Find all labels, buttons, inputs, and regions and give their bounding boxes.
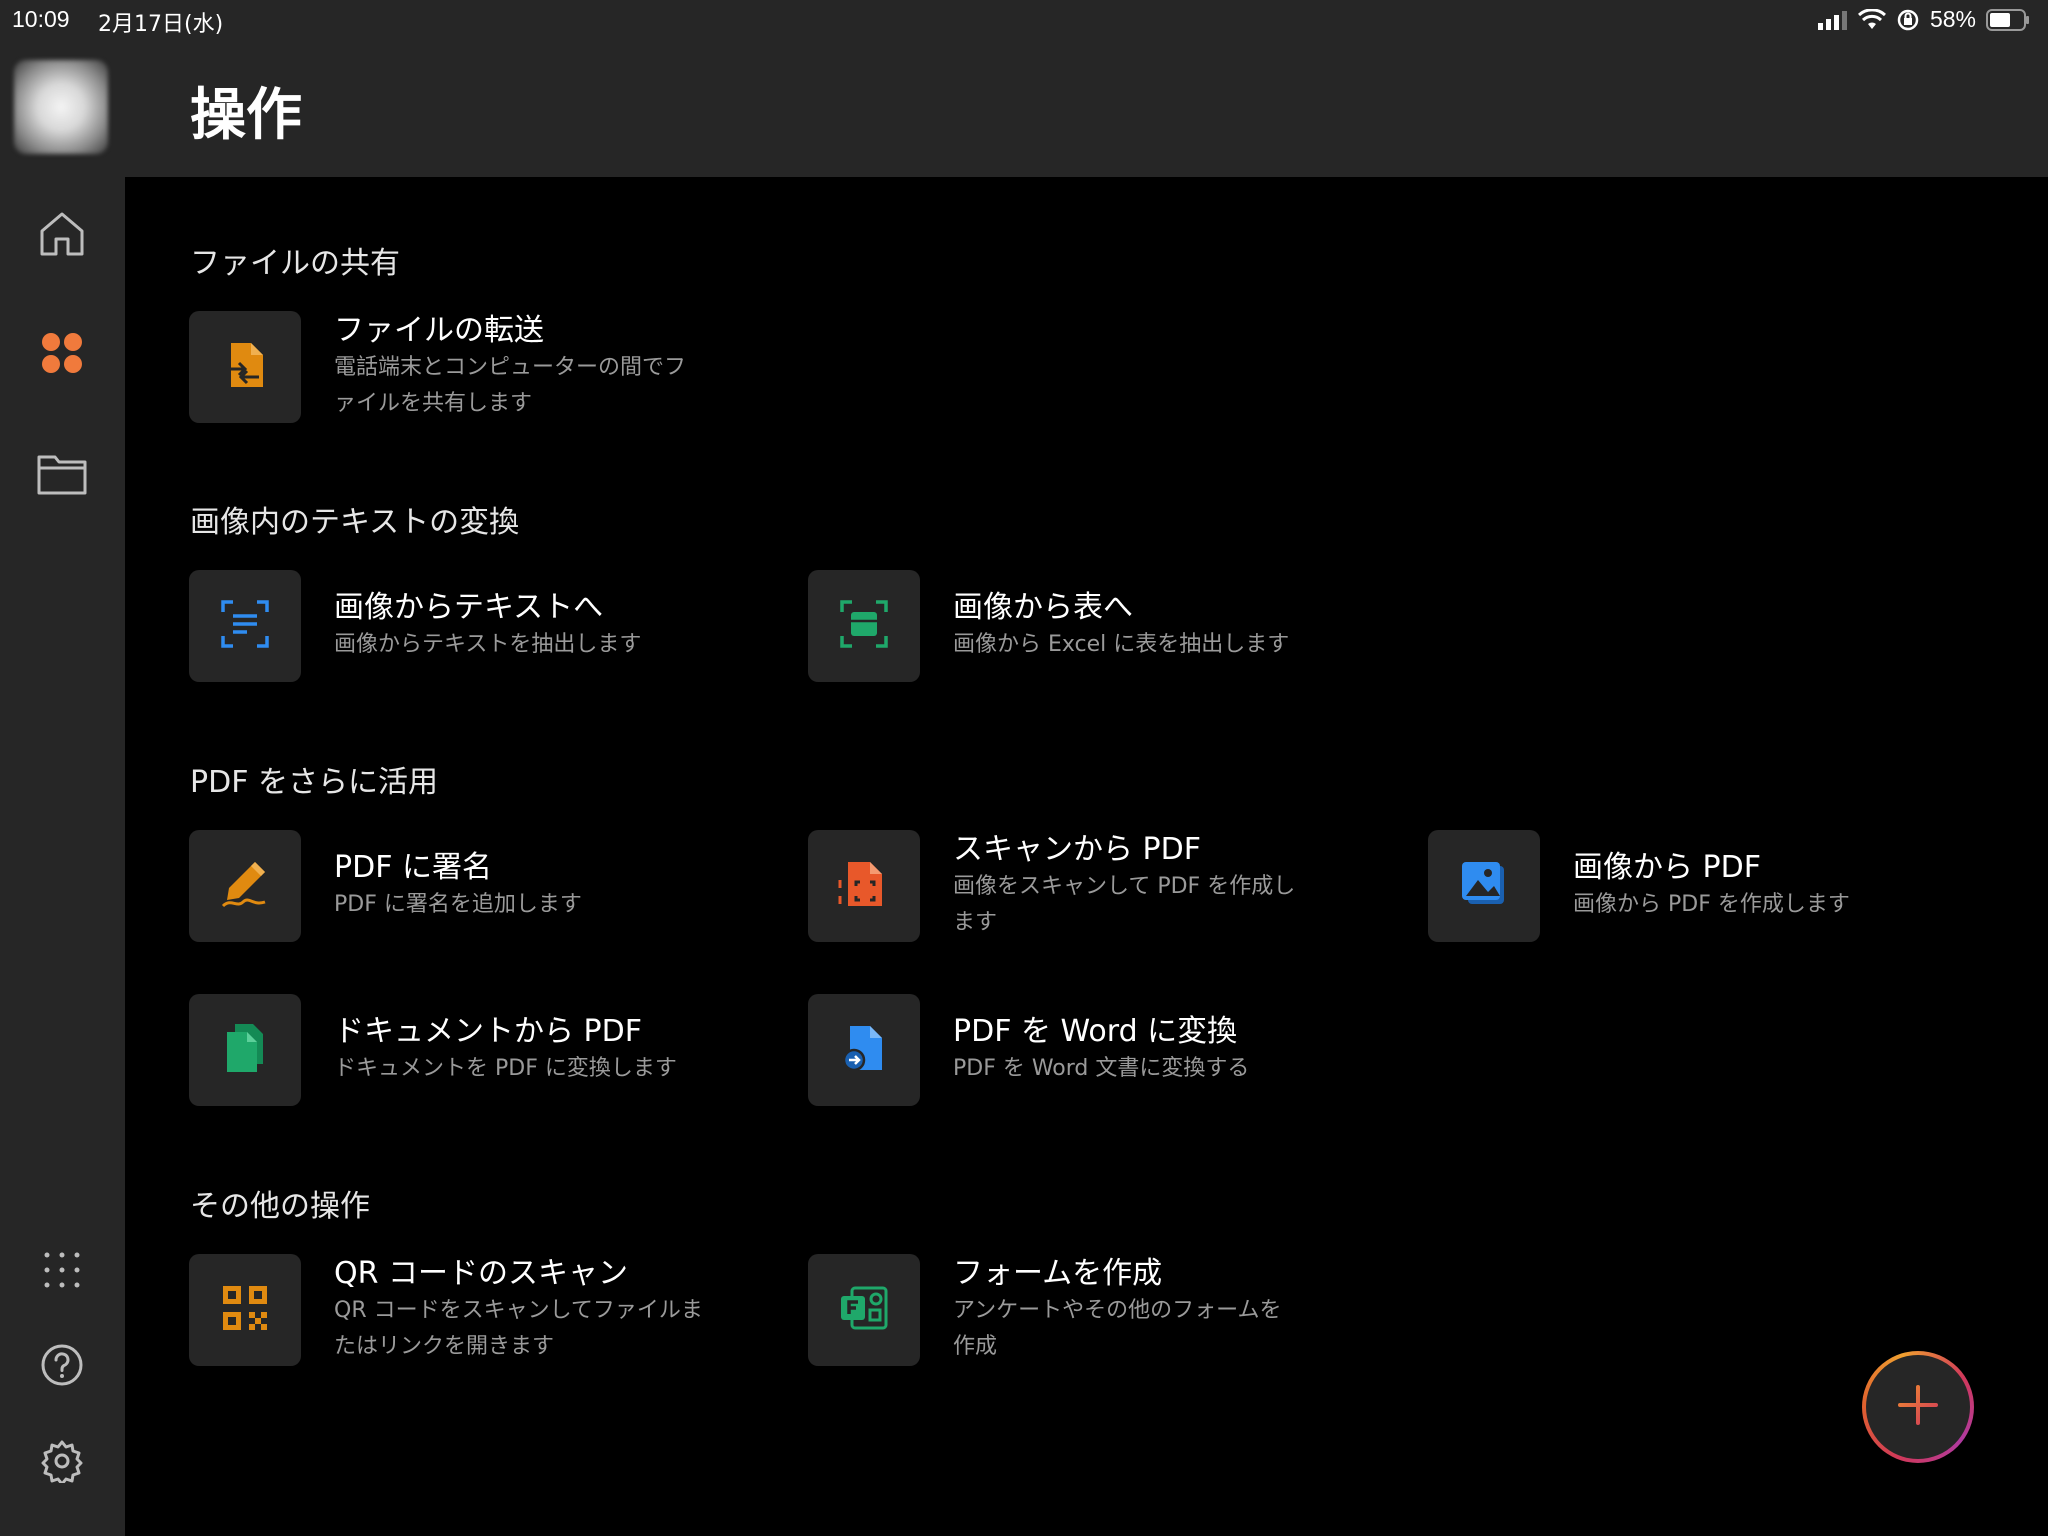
card-text: QR コードのスキャン QR コードをスキャンしてファイルま たはリンクを開きます <box>334 1254 734 1366</box>
status-bar: 10:09 2月17日(水) 58% <box>0 0 2048 40</box>
sidebar-item-more[interactable] <box>32 1242 92 1302</box>
card-desc: QR コードをスキャンしてファイルま たはリンクを開きます <box>334 1293 734 1365</box>
card-qr-scan[interactable]: QR コードのスキャン QR コードをスキャンしてファイルま たはリンクを開きます <box>189 1254 734 1366</box>
gear-icon <box>40 1439 84 1487</box>
orientation-lock-icon <box>1896 8 1920 32</box>
card-desc: ドキュメントを PDF に変換します <box>334 1056 677 1081</box>
signal-icon <box>1817 10 1848 30</box>
card-desc-line1: 電話端末とコンピューターの間でフ <box>334 355 687 380</box>
page-title: 操作 <box>190 83 302 148</box>
file-transfer-icon <box>219 339 271 395</box>
sidebar-item-actions[interactable] <box>32 325 92 385</box>
card-desc: 電話端末とコンピューターの間でフ ァイルを共有します <box>334 350 734 422</box>
home-icon <box>38 209 86 263</box>
card-text: 画像からテキストへ 画像からテキストを抽出します <box>334 570 734 682</box>
card-desc-line2: たはリンクを開きます <box>334 1334 555 1359</box>
card-title: ファイルの転送 <box>334 313 544 348</box>
card-image-to-text[interactable]: 画像からテキストへ 画像からテキストを抽出します <box>189 570 734 682</box>
sidebar-item-home[interactable] <box>32 206 92 266</box>
image-to-pdf-icon <box>1458 858 1510 914</box>
card-title: ドキュメントから PDF <box>334 1014 642 1049</box>
card-desc-line2: ァイルを共有します <box>334 391 533 416</box>
card-desc-line1: QR コードをスキャンしてファイルま <box>334 1298 703 1323</box>
card-icon-bg <box>808 1254 920 1366</box>
section-title-other: その他の操作 <box>190 1189 370 1224</box>
card-icon-bg <box>189 830 301 942</box>
card-title: 画像からテキストへ <box>334 590 604 625</box>
status-indicators: 58% <box>1817 6 2030 33</box>
card-desc-line2: ます <box>953 910 998 935</box>
avatar[interactable] <box>14 60 108 154</box>
card-sign-pdf[interactable]: PDF に署名 PDF に署名を追加します <box>189 830 734 942</box>
section-title-image-text: 画像内のテキストの変換 <box>190 505 520 540</box>
qr-code-icon <box>221 1284 269 1336</box>
forms-icon <box>838 1282 890 1338</box>
card-desc: PDF に署名を追加します <box>334 892 582 917</box>
card-text: スキャンから PDF 画像をスキャンして PDF を作成し ます <box>953 830 1353 942</box>
sidebar-item-settings[interactable] <box>32 1433 92 1493</box>
battery-icon <box>1986 8 2030 31</box>
status-date: 2月17日(水) <box>98 12 224 37</box>
section-title-pdf: PDF をさらに活用 <box>190 765 438 800</box>
battery-percent: 58% <box>1929 6 1976 32</box>
sidebar-item-files[interactable] <box>32 446 92 506</box>
sign-pen-icon <box>219 858 271 914</box>
card-icon-bg <box>808 830 920 942</box>
card-text: 画像から PDF 画像から PDF を作成します <box>1573 830 1973 942</box>
card-text: 画像から表へ 画像から Excel に表を抽出します <box>953 570 1353 682</box>
dots-grid-icon <box>42 1250 82 1294</box>
card-title: PDF を Word に変換 <box>953 1014 1238 1049</box>
status-time: 10:09 <box>12 6 70 32</box>
card-doc-to-pdf[interactable]: ドキュメントから PDF ドキュメントを PDF に変換します <box>189 994 734 1106</box>
card-text: ドキュメントから PDF ドキュメントを PDF に変換します <box>334 994 734 1106</box>
image-to-table-icon <box>838 598 890 654</box>
card-text: PDF を Word に変換 PDF を Word 文書に変換する <box>953 994 1353 1106</box>
card-file-transfer[interactable]: ファイルの転送 電話端末とコンピューターの間でフ ァイルを共有します <box>189 311 734 423</box>
card-desc-line1: 画像をスキャンして PDF を作成し <box>953 874 1296 899</box>
section-title-file-sharing: ファイルの共有 <box>190 246 400 281</box>
card-icon-bg <box>808 570 920 682</box>
folder-icon <box>37 453 87 499</box>
card-icon-bg <box>189 994 301 1106</box>
card-title: QR コードのスキャン <box>334 1256 628 1291</box>
card-scan-to-pdf[interactable]: スキャンから PDF 画像をスキャンして PDF を作成し ます <box>808 830 1353 942</box>
card-desc-line1: アンケートやその他のフォームを <box>953 1298 1282 1323</box>
card-icon-bg <box>189 1254 301 1366</box>
card-text: フォームを作成 アンケートやその他のフォームを 作成 <box>953 1254 1353 1366</box>
card-pdf-to-word[interactable]: PDF を Word に変換 PDF を Word 文書に変換する <box>808 994 1353 1106</box>
scan-to-pdf-icon <box>838 858 890 914</box>
image-to-text-icon <box>219 598 271 654</box>
grid-icon <box>41 332 83 378</box>
card-text: PDF に署名 PDF に署名を追加します <box>334 830 734 942</box>
create-fab-button[interactable] <box>1862 1351 1974 1463</box>
card-title: フォームを作成 <box>953 1256 1163 1291</box>
card-image-to-table[interactable]: 画像から表へ 画像から Excel に表を抽出します <box>808 570 1353 682</box>
card-desc: アンケートやその他のフォームを 作成 <box>953 1293 1353 1365</box>
card-title: スキャンから PDF <box>953 832 1201 867</box>
card-desc: 画像から Excel に表を抽出します <box>953 632 1290 657</box>
card-icon-bg <box>189 570 301 682</box>
card-create-form[interactable]: フォームを作成 アンケートやその他のフォームを 作成 <box>808 1254 1353 1366</box>
card-desc: PDF を Word 文書に変換する <box>953 1056 1250 1081</box>
card-icon-bg <box>808 994 920 1106</box>
plus-icon <box>1896 1383 1940 1431</box>
card-icon-bg <box>1428 830 1540 942</box>
card-desc: 画像からテキストを抽出します <box>334 632 642 657</box>
card-icon-bg <box>189 311 301 423</box>
card-desc: 画像から PDF を作成します <box>1573 892 1850 917</box>
card-title: 画像から PDF <box>1573 850 1761 885</box>
doc-to-pdf-icon <box>219 1022 271 1078</box>
card-desc-line2: 作成 <box>953 1334 998 1359</box>
card-text: ファイルの転送 電話端末とコンピューターの間でフ ァイルを共有します <box>334 311 734 423</box>
sidebar <box>0 0 125 1536</box>
wifi-icon <box>1857 8 1886 31</box>
help-icon <box>40 1343 84 1391</box>
card-image-to-pdf[interactable]: 画像から PDF 画像から PDF を作成します <box>1428 830 1973 942</box>
pdf-to-word-icon <box>838 1022 890 1078</box>
card-title: PDF に署名 <box>334 850 492 885</box>
fab-inner <box>1866 1355 1970 1459</box>
sidebar-item-help[interactable] <box>32 1337 92 1397</box>
card-desc: 画像をスキャンして PDF を作成し ます <box>953 869 1353 941</box>
card-title: 画像から表へ <box>953 590 1133 625</box>
